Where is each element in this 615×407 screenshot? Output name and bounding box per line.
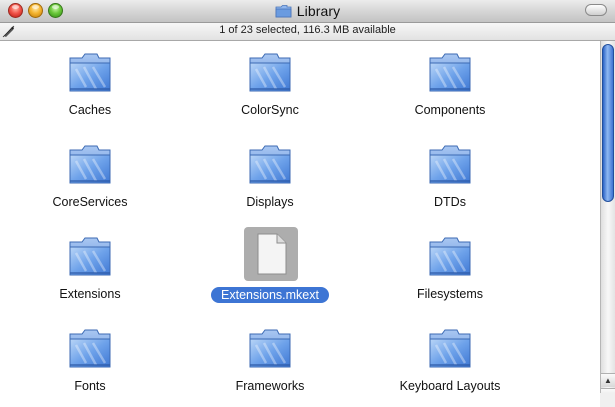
- folder-icon[interactable]: [275, 4, 292, 18]
- vertical-scrollbar[interactable]: ▲ ▼: [600, 41, 615, 407]
- item-label-text: ColorSync: [241, 103, 299, 117]
- folder-icon[interactable]: [66, 141, 114, 189]
- resize-grip[interactable]: [600, 393, 615, 407]
- folder-item[interactable]: CoreServices: [10, 133, 170, 223]
- status-bar: 1 of 23 selected, 116.3 MB available: [0, 23, 615, 41]
- folder-item[interactable]: Extensions: [10, 225, 170, 315]
- folder-icon[interactable]: [66, 325, 114, 373]
- item-label[interactable]: Components: [370, 103, 530, 117]
- scroll-up-arrow-icon[interactable]: ▲: [601, 373, 615, 387]
- toolbar-toggle-button[interactable]: [585, 4, 607, 16]
- item-label-text: Caches: [68, 103, 112, 117]
- folder-icon[interactable]: [66, 233, 114, 281]
- folder-item[interactable]: DTDs: [370, 133, 530, 223]
- folder-item[interactable]: Filesystems: [370, 225, 530, 315]
- folder-icon[interactable]: [66, 49, 114, 97]
- folder-icon[interactable]: [426, 325, 474, 373]
- item-label[interactable]: ColorSync: [190, 103, 350, 117]
- folder-icon[interactable]: [246, 325, 294, 373]
- item-label-text: CoreServices: [52, 195, 128, 209]
- item-label[interactable]: Keyboard Layouts: [370, 379, 530, 393]
- item-label[interactable]: Filesystems: [370, 287, 530, 301]
- window-title: Library: [296, 3, 341, 19]
- item-label[interactable]: Extensions: [10, 287, 170, 301]
- item-label[interactable]: Caches: [10, 103, 170, 117]
- folder-icon[interactable]: [426, 49, 474, 97]
- folder-item[interactable]: Displays: [190, 133, 350, 223]
- document-icon[interactable]: [244, 227, 298, 281]
- scroll-thumb[interactable]: [602, 44, 614, 202]
- item-label-text: Filesystems: [417, 287, 483, 301]
- folder-item[interactable]: Components: [370, 41, 530, 131]
- item-label[interactable]: Displays: [190, 195, 350, 209]
- item-label-text: Components: [414, 103, 486, 117]
- item-label-text: Displays: [246, 195, 294, 209]
- item-label[interactable]: Extensions.mkext: [190, 287, 350, 303]
- folder-icon[interactable]: [426, 233, 474, 281]
- icon-view[interactable]: Caches ColorSync Components CoreServices Dis…: [0, 41, 600, 407]
- item-label[interactable]: DTDs: [370, 195, 530, 209]
- title-bar[interactable]: Library: [0, 0, 615, 23]
- item-label[interactable]: Frameworks: [190, 379, 350, 393]
- folder-icon[interactable]: [246, 49, 294, 97]
- item-label-text: Extensions.mkext: [211, 287, 329, 303]
- folder-item[interactable]: Caches: [10, 41, 170, 131]
- item-label-text: Extensions: [59, 287, 121, 301]
- status-text: 1 of 23 selected, 116.3 MB available: [219, 24, 396, 36]
- folder-icon[interactable]: [426, 141, 474, 189]
- item-label[interactable]: Fonts: [10, 379, 170, 393]
- folder-item[interactable]: Keyboard Layouts: [370, 317, 530, 407]
- item-label-text: Frameworks: [235, 379, 305, 393]
- folder-item[interactable]: ColorSync: [190, 41, 350, 131]
- file-item[interactable]: Extensions.mkext: [190, 225, 350, 315]
- window-title-group: Library: [0, 2, 615, 20]
- item-label-text: Fonts: [74, 379, 106, 393]
- folder-item[interactable]: Fonts: [10, 317, 170, 407]
- item-label-text: DTDs: [434, 195, 466, 209]
- item-label-text: Keyboard Layouts: [399, 379, 501, 393]
- finder-window: Library 1 of 23 selected, 116.3 MB avail…: [0, 0, 615, 407]
- item-label[interactable]: CoreServices: [10, 195, 170, 209]
- folder-item[interactable]: Frameworks: [190, 317, 350, 407]
- folder-icon[interactable]: [246, 141, 294, 189]
